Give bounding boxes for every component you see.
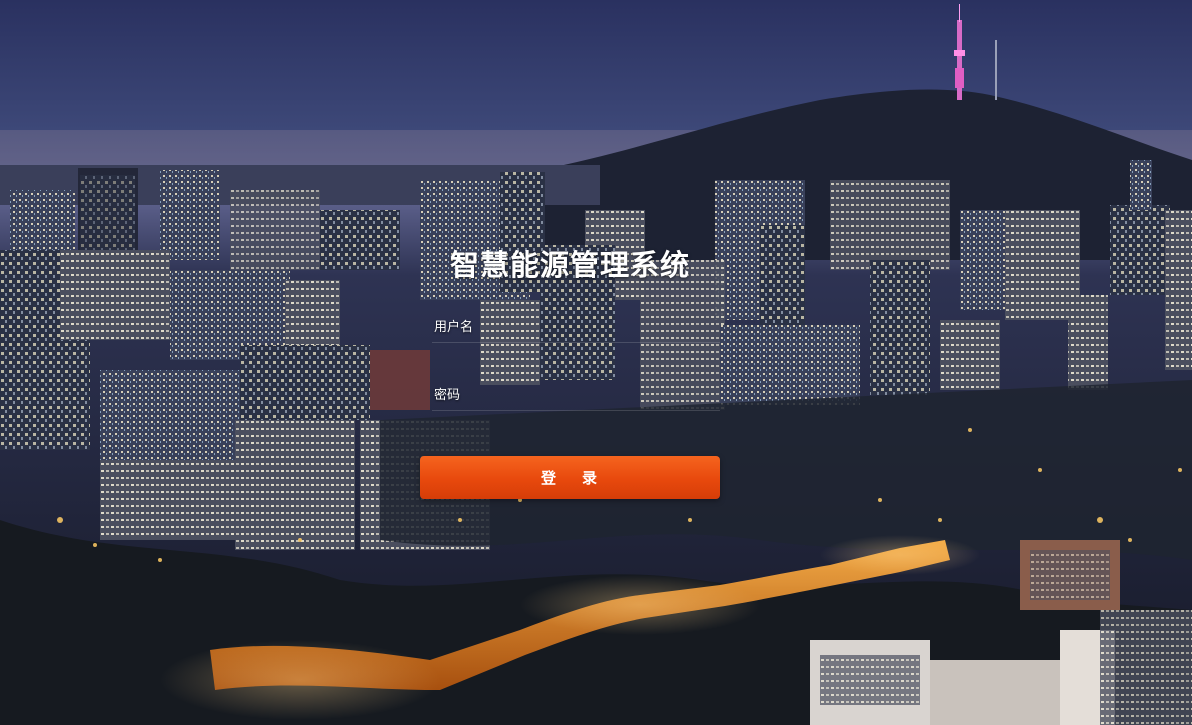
password-field: 密码 — [432, 380, 720, 411]
login-button[interactable]: 登录 — [420, 456, 720, 499]
page-title: 智慧能源管理系统 — [449, 248, 690, 282]
login-page: 智慧能源管理系统 用户名 密码 登录 — [0, 0, 1192, 725]
login-button-label-2: 录 — [582, 469, 600, 487]
password-label: 密码 — [434, 388, 461, 403]
username-field: 用户名 — [432, 312, 720, 343]
username-label: 用户名 — [434, 320, 474, 335]
login-form: 智慧能源管理系统 用户名 密码 登录 — [420, 240, 720, 510]
username-input[interactable] — [482, 314, 716, 340]
password-input[interactable] — [482, 382, 716, 408]
login-button-label-1: 登 — [540, 469, 558, 487]
